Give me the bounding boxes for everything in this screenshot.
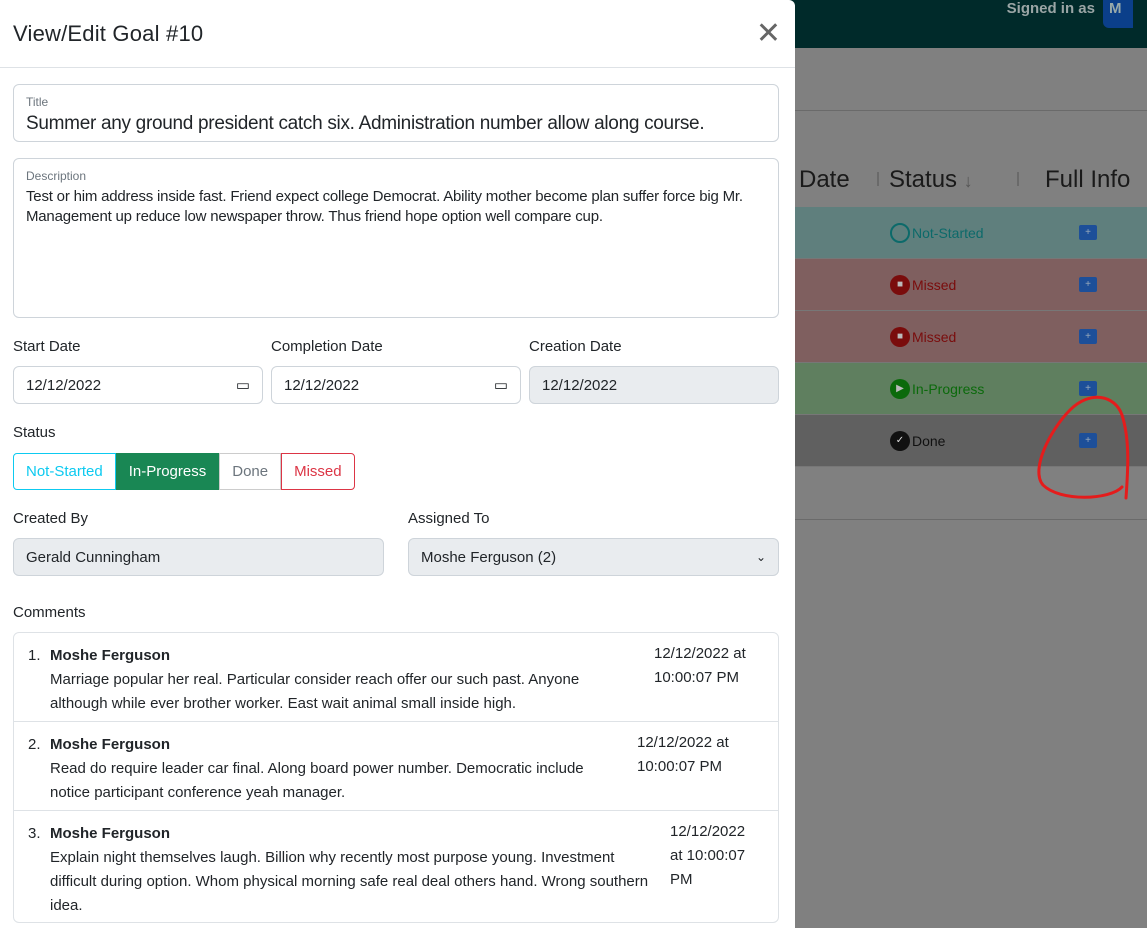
start-date-value: 12/12/2022 — [26, 376, 102, 394]
description-line: Management up reduce low newspaper throw… — [26, 208, 603, 225]
description-label: Description — [26, 169, 87, 183]
status-in-progress-button[interactable]: In-Progress — [115, 453, 220, 490]
created-by-label: Created By — [13, 510, 89, 527]
status-done-button[interactable]: Done — [219, 453, 282, 490]
chevron-down-icon: ⌄ — [755, 550, 766, 564]
comment-text: Read do require leader car final. Along … — [50, 760, 584, 801]
comment-item: 3. Moshe Ferguson Explain night themselves… — [14, 811, 778, 922]
comment-number: 2. — [28, 736, 41, 753]
comment-text: Marriage popular her real. Particular co… — [50, 671, 580, 712]
comment-text: Explain night themselves laugh. Billion … — [50, 849, 649, 914]
status-text: Not-Started — [912, 224, 984, 241]
completion-date-value: 12/12/2022 — [284, 376, 360, 394]
comment-number: 1. — [28, 647, 41, 664]
comment-item: 2. Moshe Ferguson Read do require leader c… — [14, 722, 778, 811]
divider — [795, 519, 1147, 520]
modal-title: View/Edit Goal #10 — [13, 20, 204, 46]
comments-list: 1. Moshe Ferguson Marriage popular her rea… — [13, 632, 779, 923]
assigned-to-value: Moshe Ferguson (2) — [421, 548, 557, 566]
start-date-label: Start Date — [13, 338, 81, 355]
created-by-input: Gerald Cunningham — [13, 538, 384, 576]
comment-author: Moshe Ferguson — [50, 647, 171, 664]
comments-label: Comments — [13, 604, 86, 621]
stop-circle-icon: ■ — [890, 326, 910, 347]
play-circle-icon: ▶ — [890, 378, 910, 399]
status-text: Done — [912, 432, 946, 449]
description-field[interactable]: Description Test or him address inside f… — [13, 158, 779, 318]
comment-date: 12/12/2022 at 10:00:07 PM — [637, 734, 729, 775]
creation-date-input: 12/12/2022 — [529, 366, 779, 404]
stop-circle-icon: ■ — [890, 274, 910, 295]
creation-date-label: Creation Date — [529, 338, 622, 355]
creation-date-value: 12/12/2022 — [542, 376, 618, 394]
start-date-input[interactable]: 12/12/2022 ▭ — [13, 366, 263, 404]
status-not-started-button[interactable]: Not-Started — [13, 453, 116, 490]
title-value: Summer any ground president catch six. A… — [26, 113, 705, 134]
user-menu-button[interactable]: M — [1103, 0, 1133, 28]
calendar-icon[interactable]: ▭ — [236, 376, 250, 394]
full-info-icon[interactable]: + — [1079, 225, 1097, 240]
assigned-to-select[interactable]: Moshe Ferguson (2) ⌄ — [408, 538, 779, 576]
assigned-to-label: Assigned To — [408, 510, 490, 527]
column-header-status[interactable]: Status ↓ — [889, 166, 973, 194]
comment-date: 12/12/2022 at 10:00:07 PM — [654, 645, 746, 686]
goal-row: ■ Missed + — [795, 311, 1147, 363]
title-label: Title — [26, 95, 49, 109]
calendar-icon[interactable]: ▭ — [494, 376, 508, 394]
arrow-down-icon: ↓ — [963, 171, 973, 191]
completion-date-input[interactable]: 12/12/2022 ▭ — [271, 366, 521, 404]
check-circle-icon: ✓ — [890, 430, 910, 451]
status-text: Missed — [912, 276, 957, 293]
status-text: Missed — [912, 328, 957, 345]
completion-date-label: Completion Date — [271, 338, 383, 355]
column-header-full-info: Full Info — [1045, 166, 1131, 193]
title-field[interactable]: Title Summer any ground president catch … — [13, 84, 779, 142]
goal-row: Not-Started + — [795, 207, 1147, 259]
column-header-date[interactable]: Date — [799, 166, 850, 194]
red-annotation-circle — [1037, 395, 1130, 500]
comment-author: Moshe Ferguson — [50, 825, 171, 842]
comment-author: Moshe Ferguson — [50, 736, 171, 753]
comment-date: 12/12/2022 at 10:00:07 PM — [670, 823, 746, 888]
status-header-label: Status — [889, 166, 958, 193]
column-separator — [877, 172, 879, 186]
full-info-icon[interactable]: + — [1079, 277, 1097, 292]
close-icon[interactable]: ✕ — [756, 18, 781, 49]
goal-row: ■ Missed + — [795, 259, 1147, 311]
circle-icon — [890, 222, 910, 243]
status-text: In-Progress — [912, 380, 985, 397]
comment-number: 3. — [28, 825, 41, 842]
created-by-value: Gerald Cunningham — [26, 548, 161, 566]
description-line: Test or him address inside fast. Friend … — [26, 188, 743, 205]
full-info-icon[interactable]: + — [1079, 329, 1097, 344]
status-button-group: Not-Started In-Progress Done Missed — [13, 453, 355, 490]
column-separator — [1017, 172, 1019, 186]
signed-in-label: Signed in as — [1006, 0, 1095, 17]
status-label: Status — [13, 424, 56, 441]
edit-goal-modal: View/Edit Goal #10 ✕ Title Summer any gro… — [0, 0, 795, 928]
divider — [795, 110, 1147, 111]
status-missed-button[interactable]: Missed — [281, 453, 355, 490]
comment-item: 1. Moshe Ferguson Marriage popular her rea… — [14, 633, 778, 722]
